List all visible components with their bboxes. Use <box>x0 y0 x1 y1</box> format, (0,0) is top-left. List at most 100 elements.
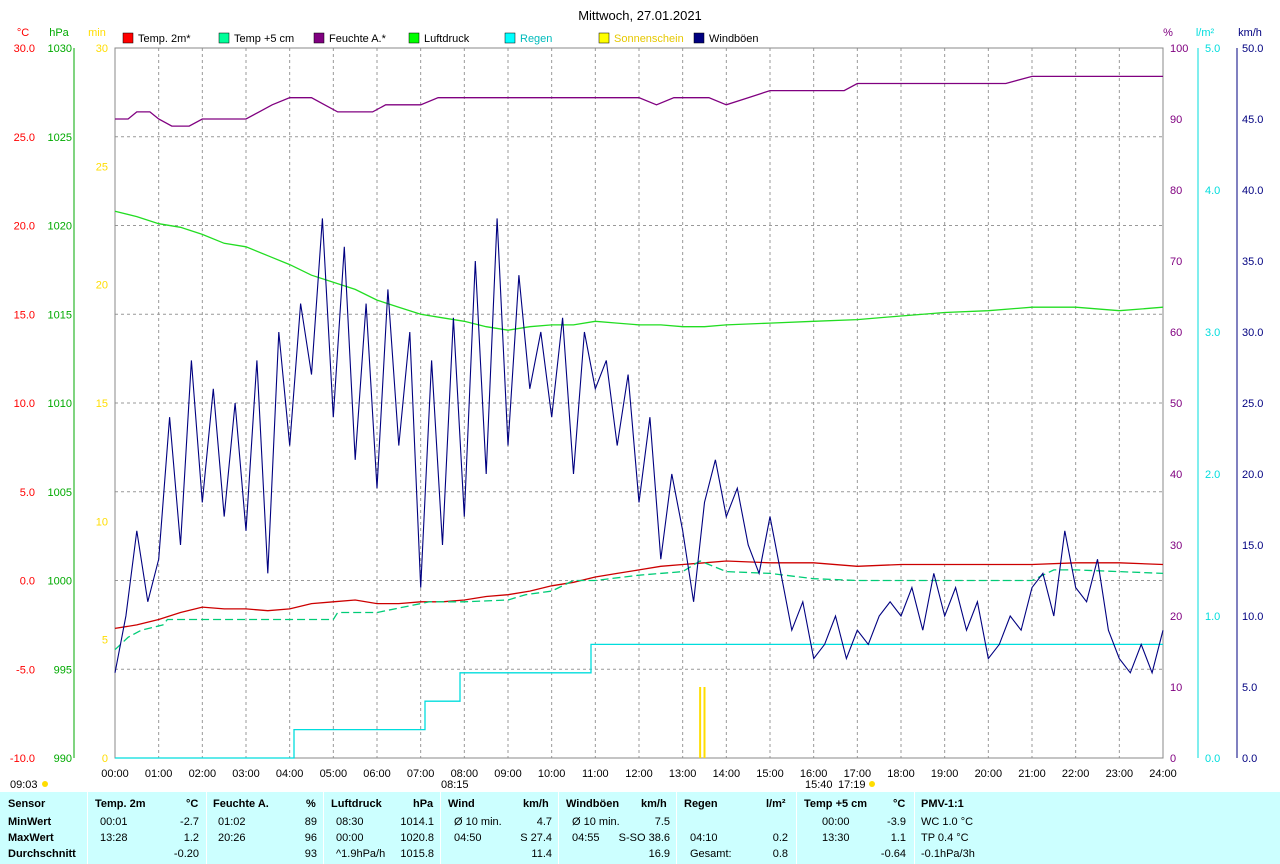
x-tick-label: 23:00 <box>1106 768 1134 780</box>
stats-cell-value: S 27.4 <box>520 832 552 844</box>
legend-swatch <box>313 32 325 44</box>
legend-swatch <box>693 32 705 44</box>
stats-separator <box>796 792 797 864</box>
axis-tick-label: 1015 <box>48 309 72 321</box>
x-tick-label: 21:00 <box>1018 768 1046 780</box>
stats-cell-value: 1014.1 <box>400 816 434 828</box>
x-tick-label: 19:00 <box>931 768 959 780</box>
axis-tick-label: 4.0 <box>1205 185 1220 197</box>
stats-cell-value: 16.9 <box>648 848 670 860</box>
x-tick-label: 10:00 <box>538 768 566 780</box>
legend-swatch <box>122 32 134 44</box>
x-tick-label: 22:00 <box>1062 768 1090 780</box>
axis-tick-label: 20 <box>96 280 108 292</box>
stats-separator <box>323 792 324 864</box>
axis-tick-label: 3.0 <box>1205 327 1220 339</box>
x-tick-label: 14:00 <box>713 768 741 780</box>
sunrise-icon <box>42 781 48 787</box>
stats-cell-value: -2.7 <box>180 816 199 828</box>
stats-cell-time: 00:01 <box>100 816 128 828</box>
axis-tick-label: 1.0 <box>1205 611 1220 623</box>
axis-tick-label: 25.0 <box>14 132 35 144</box>
sunrise-time: 09:03 <box>10 779 38 791</box>
stats-header-sensor: Sensor <box>8 798 46 810</box>
legend: Temp. 2m* Temp +5 cm Feuchte A.* Luftdruck R… <box>122 32 759 45</box>
stats-cell-time: 04:10 <box>690 832 718 844</box>
axis-tick-label: 40.0 <box>1242 185 1263 197</box>
legend-swatch <box>504 32 516 44</box>
stats-separator <box>676 792 677 864</box>
axis-tick-label: 90 <box>1170 114 1182 126</box>
x-tick-label: 05:00 <box>320 768 348 780</box>
stats-header-pressure: Luftdruck <box>331 798 382 810</box>
stats-cell-value: -3.9 <box>887 816 906 828</box>
sunset-icon <box>869 781 875 787</box>
stats-row-label-max: MaxWert <box>8 832 54 844</box>
axis-tick-label: 40 <box>1170 469 1182 481</box>
stats-header-pressure-unit: hPa <box>413 798 434 810</box>
axis-tick-label: 1005 <box>48 487 72 499</box>
x-tick-label: 02:00 <box>189 768 217 780</box>
axis-tick-label: 10 <box>1170 682 1182 694</box>
sunshine-bar <box>699 687 702 758</box>
stats-header-gusts: Windböen <box>566 798 620 810</box>
stats-cell-value: 1020.8 <box>400 832 434 844</box>
axis-tick-label: 30.0 <box>1242 327 1263 339</box>
stats-cell-time: Ø 10 min. <box>454 816 502 828</box>
stats-cell-value: -0.20 <box>173 848 199 860</box>
stats-cell-value: 89 <box>304 816 317 828</box>
wind-axis: 50.0 45.0 40.0 35.0 30.0 25.0 20.0 15.0 10.0 5.0 0… <box>1236 27 1263 765</box>
axis-tick-label: 10 <box>96 516 108 528</box>
stats-header-temp2m: Temp. 2m <box>95 798 146 810</box>
axis-tick-label: 20 <box>1170 611 1182 623</box>
axis-tick-label: 70 <box>1170 256 1182 268</box>
axis-tick-label: 60 <box>1170 327 1182 339</box>
stats-cell-time: WC 1.0 °C <box>921 816 974 828</box>
axis-tick-label: 25.0 <box>1242 398 1263 410</box>
sunshine-bar <box>703 687 706 758</box>
stats-cell-value: 1.1 <box>890 832 906 844</box>
axis-tick-label: 80 <box>1170 185 1182 197</box>
stats-cell-time: Ø 10 min. <box>572 816 620 828</box>
axis-tick-label: 20.0 <box>1242 469 1263 481</box>
sunset-time: 17:19 <box>838 779 866 791</box>
sun-axis: 30 25 20 15 10 5 0 min <box>88 27 108 765</box>
axis-unit-label: °C <box>17 27 29 39</box>
axis-tick-label: 5.0 <box>1242 682 1257 694</box>
stats-cell-time: 04:50 <box>454 832 482 844</box>
stats-separator <box>914 792 915 864</box>
stats-cell-time: 20:26 <box>218 832 246 844</box>
axis-tick-label: 0 <box>102 753 108 765</box>
stats-cell-value: 4.7 <box>536 816 552 828</box>
axis-tick-label: 5 <box>102 635 108 647</box>
stats-table: Sensor Temp. 2m °C Feuchte A. % Luftdruc… <box>0 792 1280 864</box>
stats-cell-time: 01:02 <box>218 816 246 828</box>
axis-tick-label: 50 <box>1170 398 1182 410</box>
rain-axis: 5.0 4.0 3.0 2.0 1.0 0.0 l/m² <box>1196 27 1220 765</box>
axis-tick-label: 1000 <box>48 576 72 588</box>
axis-unit-label: min <box>88 27 106 39</box>
stats-header-rain: Regen <box>684 798 718 810</box>
axis-tick-label: 995 <box>54 664 72 676</box>
stats-cell-time: 08:30 <box>336 816 364 828</box>
axis-tick-label: 5.0 <box>1205 43 1220 55</box>
axis-tick-label: 100 <box>1170 43 1188 55</box>
chart-title: Mittwoch, 27.01.2021 <box>578 8 702 23</box>
axis-tick-label: -10.0 <box>10 753 35 765</box>
stats-cell-time: 04:55 <box>572 832 600 844</box>
axis-tick-label: 5.0 <box>20 487 35 499</box>
x-tick-label: 18:00 <box>887 768 915 780</box>
axis-tick-label: 30.0 <box>14 43 35 55</box>
stats-cell-value: 93 <box>304 848 317 860</box>
stats-cell-time: -0.1hPa/3h <box>921 848 975 860</box>
stats-row-label-min: MinWert <box>8 816 52 828</box>
axis-tick-label: 15.0 <box>14 309 35 321</box>
stats-header-temp2m-unit: °C <box>186 798 199 810</box>
stats-cell-time: TP 0.4 °C <box>921 832 969 844</box>
axis-tick-label: 45.0 <box>1242 114 1263 126</box>
axis-tick-label: 0.0 <box>1205 753 1220 765</box>
stats-header-temp5cm: Temp +5 cm <box>804 798 868 810</box>
stats-separator <box>206 792 207 864</box>
axis-tick-label: -5.0 <box>16 664 35 676</box>
axis-tick-label: 2.0 <box>1205 469 1220 481</box>
